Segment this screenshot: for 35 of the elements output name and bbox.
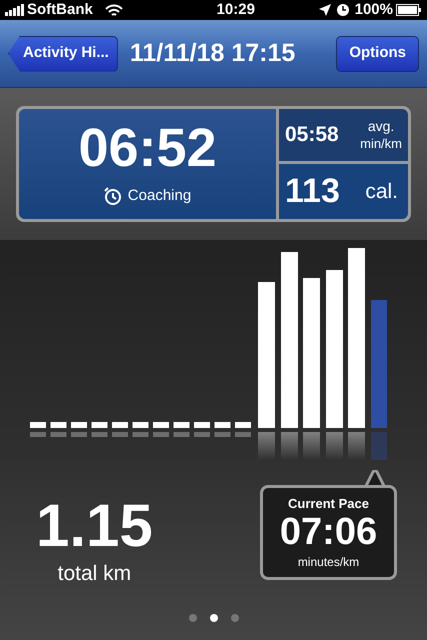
chart-bar [30,422,46,437]
chart-bar [194,422,210,437]
battery-icon [396,4,422,16]
distance-value: 1.15 [36,496,153,556]
distance-unit: total km [58,561,132,587]
signal-icon [5,4,25,16]
chart-bar [153,422,169,437]
avg-pace-value: 05:58 [285,122,339,148]
chart-bar [112,422,128,437]
avg-unit: min/km [360,136,402,152]
coaching-label: Coaching [128,186,192,206]
avg-label: avg. [368,118,394,136]
chart-bar [92,422,108,437]
chart-bar [132,422,148,437]
location-arrow-icon [318,4,331,16]
chart-bar [235,422,251,437]
back-button[interactable]: Activity Hi... [8,36,118,72]
chart-bar [71,422,87,437]
duration-value: 06:52 [78,120,217,175]
chart-bar [174,422,190,437]
current-pace-unit: minutes/km [298,554,360,572]
wifi-icon [104,4,123,16]
battery-percent: 100% [354,0,393,20]
stopwatch-icon [104,187,122,205]
nav-title: 11/11/18 17:15 [130,38,296,69]
current-pace-title: Current Pace [288,494,369,513]
current-pace-value: 07:06 [280,513,378,552]
clock-time: 10:29 [216,0,255,20]
alarm-clock-icon [336,4,349,16]
calories-value: 113 [285,171,340,212]
carrier-name: SoftBank [27,0,93,20]
chart-bar [214,422,230,437]
options-button[interactable]: Options [336,36,419,72]
calories-unit: cal. [365,178,398,205]
chart-bar [50,422,66,437]
